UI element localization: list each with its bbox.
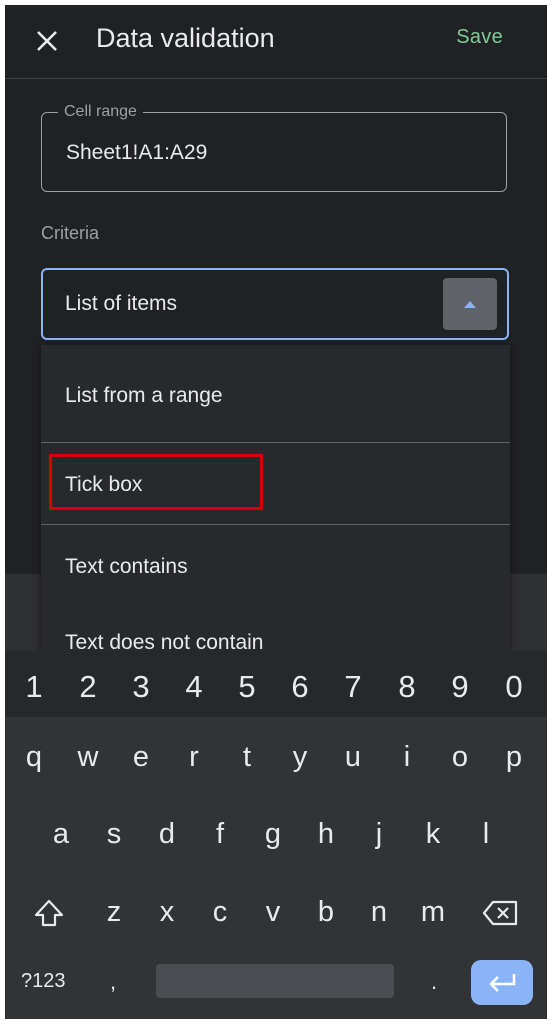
key-d[interactable]: d [142, 816, 192, 852]
key-b[interactable]: b [301, 894, 351, 930]
key-k[interactable]: k [408, 816, 458, 852]
key-y[interactable]: y [275, 739, 325, 775]
key-i[interactable]: i [382, 739, 432, 775]
key-o[interactable]: o [435, 739, 485, 775]
criteria-label: Criteria [41, 223, 100, 243]
menu-item-text-contains[interactable]: Text contains [41, 525, 510, 607]
key-s[interactable]: s [89, 816, 139, 852]
save-button[interactable]: Save [456, 23, 503, 51]
key-j[interactable]: j [354, 816, 404, 852]
key-1[interactable]: 1 [9, 669, 59, 705]
key-x[interactable]: x [142, 894, 192, 930]
app-bar: Data validation Save [5, 5, 547, 79]
menu-item-label: List from a range [65, 384, 223, 407]
key-0[interactable]: 0 [489, 669, 539, 705]
cell-range-label: Cell range [58, 102, 143, 122]
key-8[interactable]: 8 [382, 669, 432, 705]
highlight-box [49, 454, 263, 510]
menu-item-list-from-range[interactable]: List from a range [41, 355, 510, 437]
key-6[interactable]: 6 [275, 669, 325, 705]
key-n[interactable]: n [354, 894, 404, 930]
close-button[interactable] [29, 23, 65, 59]
key-q[interactable]: q [9, 739, 59, 775]
key-c[interactable]: c [195, 894, 245, 930]
comma-key[interactable]: , [110, 969, 116, 995]
shift-icon [34, 899, 64, 927]
number-row: 1 2 3 4 5 6 7 8 9 0 [5, 651, 547, 717]
key-h[interactable]: h [301, 816, 351, 852]
key-p[interactable]: p [489, 739, 539, 775]
on-screen-keyboard: 1 2 3 4 5 6 7 8 9 0 q w e r t y u i o p … [5, 651, 547, 1019]
criteria-select[interactable]: List of items [41, 268, 509, 340]
menu-item-text-does-not-contain[interactable]: Text does not contain [41, 607, 510, 655]
key-4[interactable]: 4 [169, 669, 219, 705]
key-z[interactable]: z [89, 894, 139, 930]
key-2[interactable]: 2 [63, 669, 113, 705]
key-a[interactable]: a [36, 816, 86, 852]
caret-up-icon [464, 300, 476, 308]
spacebar[interactable] [156, 964, 394, 998]
key-u[interactable]: u [328, 739, 378, 775]
key-t[interactable]: t [222, 739, 272, 775]
menu-item-label: Text contains [65, 555, 188, 578]
key-r[interactable]: r [169, 739, 219, 775]
key-f[interactable]: f [195, 816, 245, 852]
backspace-key[interactable] [481, 897, 521, 929]
criteria-selected-value: List of items [65, 292, 178, 315]
shift-key[interactable] [31, 895, 67, 931]
period-key[interactable]: . [431, 969, 437, 995]
cell-range-value[interactable]: Sheet1!A1:A29 [66, 139, 207, 167]
key-5[interactable]: 5 [222, 669, 272, 705]
criteria-dropdown-menu: List from a range Tick box Text contains… [41, 345, 510, 655]
key-m[interactable]: m [408, 894, 458, 930]
cell-range-field[interactable]: Cell range Sheet1!A1:A29 [41, 102, 507, 192]
key-e[interactable]: e [116, 739, 166, 775]
symbols-key[interactable]: ?123 [21, 967, 66, 995]
backspace-icon [482, 900, 518, 926]
page-title: Data validation [96, 23, 275, 53]
key-g[interactable]: g [248, 816, 298, 852]
close-icon [37, 31, 57, 51]
key-9[interactable]: 9 [435, 669, 485, 705]
enter-icon [489, 973, 516, 992]
key-7[interactable]: 7 [328, 669, 378, 705]
dropdown-toggle-button[interactable] [443, 278, 497, 330]
enter-key[interactable] [471, 960, 533, 1005]
key-w[interactable]: w [63, 739, 113, 775]
key-3[interactable]: 3 [116, 669, 166, 705]
screen: Data validation Save Cell range Sheet1!A… [5, 5, 547, 1019]
key-v[interactable]: v [248, 894, 298, 930]
key-l[interactable]: l [461, 816, 511, 852]
